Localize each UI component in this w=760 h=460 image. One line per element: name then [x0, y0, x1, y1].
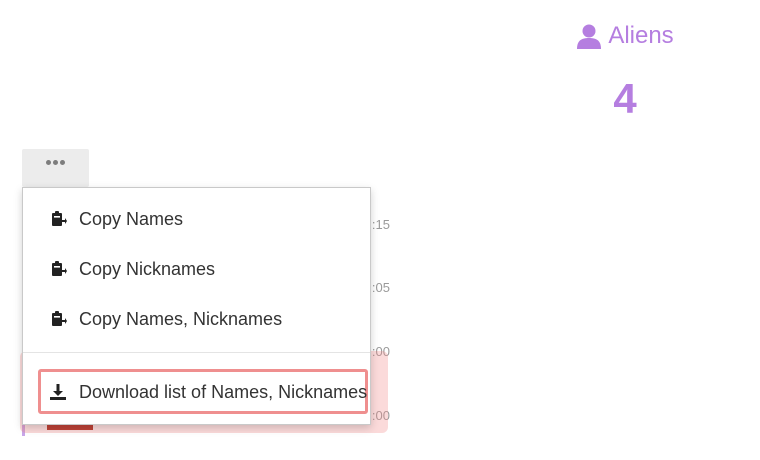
menu-item-label: Download list of Names, Nicknames — [79, 381, 368, 402]
clipboard-copy-icon — [48, 309, 68, 329]
menu-item-copy-nicknames[interactable]: Copy Nicknames — [23, 249, 370, 289]
more-options-button[interactable] — [22, 149, 89, 187]
clipboard-copy-icon — [48, 259, 68, 279]
menu-item-download-list[interactable]: Download list of Names, Nicknames — [23, 372, 370, 412]
menu-divider — [23, 352, 370, 353]
aliens-stat: Aliens 4 — [560, 18, 690, 122]
ellipsis-icon — [45, 159, 66, 165]
download-icon — [48, 382, 68, 402]
menu-item-copy-names-nicknames[interactable]: Copy Names, Nicknames — [23, 299, 370, 339]
menu-item-copy-names[interactable]: Copy Names — [23, 199, 370, 239]
aliens-count: 4 — [613, 75, 637, 122]
aliens-label-text: Aliens — [608, 22, 674, 49]
aliens-stat-label: Aliens — [560, 18, 690, 54]
user-icon — [576, 23, 602, 49]
row-time: :15 — [371, 217, 390, 232]
row-time: :05 — [371, 280, 390, 295]
menu-item-label: Copy Nicknames — [79, 258, 216, 279]
menu-item-label: Copy Names — [79, 208, 184, 229]
clipboard-copy-icon — [48, 209, 68, 229]
menu-item-label: Copy Names, Nicknames — [79, 308, 283, 329]
